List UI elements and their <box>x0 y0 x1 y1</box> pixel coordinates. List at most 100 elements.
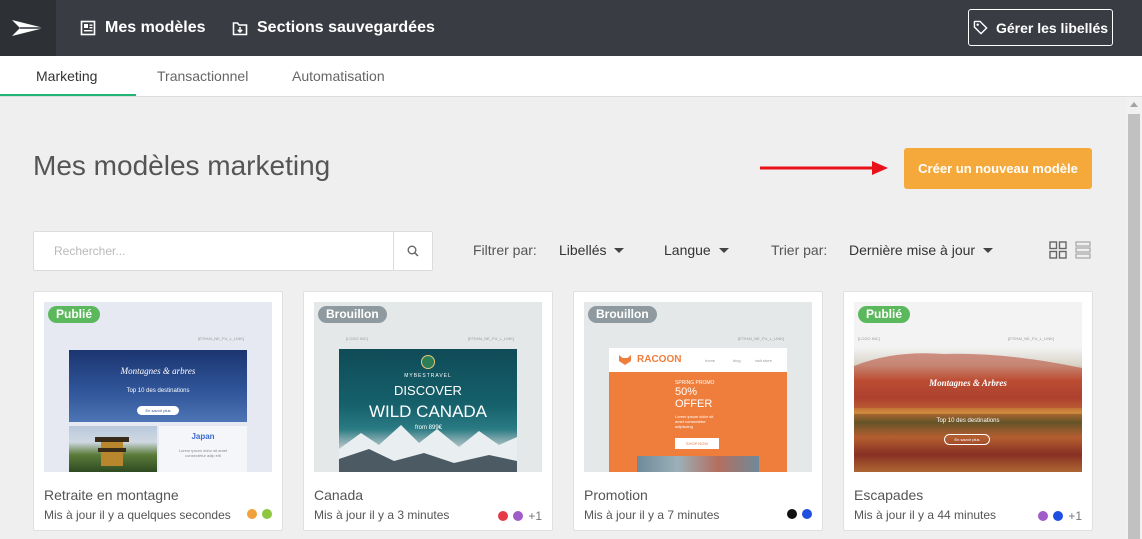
status-badge: Brouillon <box>318 306 387 323</box>
more-labels-count: +1 <box>528 509 542 523</box>
label-dots <box>242 509 272 519</box>
template-preview[interactable]: Brouillon [LOGO INC] [ETIHAI_NE_FU_L_LIN… <box>314 302 542 472</box>
preview-brand: MYBESTRAVEL <box>404 373 452 379</box>
preview-hero-image: Montagnes & Arbres Top 10 des destinatio… <box>854 348 1082 472</box>
top-bar: Mes modèles Sections sauvegardées Gérer … <box>0 0 1142 56</box>
preview-side-text: Lorem ipsum dolor sit amet consectetur a… <box>178 448 228 458</box>
status-badge: Publié <box>858 306 911 323</box>
preview-header: RACOON home blog visit store <box>609 348 787 372</box>
preview-menu-item: home <box>705 358 716 363</box>
preview-promo-title: 50% <box>675 386 698 398</box>
grid-view-icon[interactable] <box>1049 241 1067 259</box>
arrow-annotation-icon <box>760 161 888 175</box>
label-dot <box>787 509 797 519</box>
manage-labels-button[interactable]: Gérer les libellés <box>968 9 1113 46</box>
active-tab-indicator <box>0 94 136 96</box>
preview-promo-title-2: OFFER <box>675 398 713 410</box>
preview-view-link: [ETIHAI_NE_FU_L_LINK] <box>1008 336 1055 341</box>
language-dropdown-value: Langue <box>664 242 711 258</box>
tab-transactional[interactable]: Transactionnel <box>157 56 248 97</box>
preview-cta: SHOP NOW <box>675 438 719 449</box>
label-dot <box>262 509 272 519</box>
preview-hero-image: Montagnes & arbres Top 10 des destinatio… <box>69 350 247 422</box>
language-dropdown[interactable]: Langue <box>664 242 729 258</box>
label-dot <box>802 509 812 519</box>
template-preview[interactable]: Publié [ETIHAI_NE_FU_L_LINK] Montagnes &… <box>44 302 272 472</box>
preview-hero-title: Montagnes & arbres <box>120 366 196 376</box>
template-name[interactable]: Canada <box>314 487 363 503</box>
label-dots <box>782 509 812 519</box>
sort-dropdown-value: Dernière mise à jour <box>849 242 976 258</box>
search-input[interactable] <box>34 232 393 270</box>
nav-saved-sections[interactable]: Sections sauvegardées <box>232 0 435 56</box>
preview-promo-block: SPRING PROMO 50% OFFER Lorem ipsum dolor… <box>609 372 787 472</box>
caret-down-icon <box>983 247 994 253</box>
caret-down-icon <box>718 247 729 253</box>
template-updated: Mis à jour il y a 3 minutes <box>314 508 450 522</box>
scroll-up-icon[interactable] <box>1130 102 1138 107</box>
filter-by-label: Filtrer par: <box>473 242 537 258</box>
label-dots: +1 <box>493 509 542 523</box>
template-updated: Mis à jour il y a 44 minutes <box>854 508 997 522</box>
preview-logo-link: [LOGO INC] <box>858 336 880 341</box>
nav-saved-sections-label: Sections sauvegardées <box>257 19 435 36</box>
template-card[interactable]: Brouillon [LOGO INC] [ETIHAI_NE_FU_L_LIN… <box>303 291 553 531</box>
status-badge: Brouillon <box>588 306 657 323</box>
template-card[interactable]: Publié [ETIHAI_NE_FU_L_LINK] Montagnes &… <box>33 291 283 531</box>
label-dot <box>247 509 257 519</box>
sort-dropdown[interactable]: Dernière mise à jour <box>849 242 994 258</box>
scrollbar[interactable] <box>1126 97 1142 539</box>
template-preview[interactable]: Brouillon [ETIHAI_NE_FU_L_LINK] RACOON h… <box>584 302 812 472</box>
caret-down-icon <box>614 247 625 253</box>
preview-hero-title: DISCOVER <box>394 383 462 398</box>
template-updated: Mis à jour il y a 7 minutes <box>584 508 720 522</box>
nav-my-templates[interactable]: Mes modèles <box>80 0 205 56</box>
preview-side-title: Japan <box>191 432 215 441</box>
page-title: Mes modèles marketing <box>33 150 331 181</box>
preview-cta: En savoir plus <box>944 434 990 445</box>
create-template-button[interactable]: Créer un nouveau modèle <box>904 148 1092 189</box>
tab-automation[interactable]: Automatisation <box>292 56 385 97</box>
raccoon-logo-icon <box>619 355 631 365</box>
preview-logo-link: [LOGO INC] <box>346 336 368 341</box>
tab-marketing[interactable]: Marketing <box>36 56 97 97</box>
tag-icon <box>973 20 988 35</box>
status-badge: Publié <box>48 306 101 323</box>
preview-hero-subtitle: Top 10 des destinations <box>126 388 190 394</box>
template-card[interactable]: Publié [LOGO INC] [ETIHAI_NE_FU_L_LINK] … <box>843 291 1093 531</box>
template-name[interactable]: Retraite en montagne <box>44 487 179 503</box>
sort-by-label: Trier par: <box>771 242 828 258</box>
template-name[interactable]: Escapades <box>854 487 923 503</box>
label-dots: +1 <box>1033 509 1082 523</box>
templates-icon <box>80 20 96 36</box>
preview-promo-text: Lorem ipsum dolor sit amet consectetur a… <box>675 414 714 429</box>
preview-cta: En savoir plus <box>137 406 179 415</box>
template-preview[interactable]: Publié [LOGO INC] [ETIHAI_NE_FU_L_LINK] … <box>854 302 1082 472</box>
preview-hero-image: MYBESTRAVEL DISCOVER WILD CANADA from 89… <box>339 349 517 472</box>
search-box <box>33 231 433 271</box>
labels-dropdown-value: Libellés <box>559 242 607 258</box>
app-logo[interactable] <box>0 0 56 56</box>
preview-hero-title: Montagnes & Arbres <box>929 378 1007 388</box>
template-name[interactable]: Promotion <box>584 487 648 503</box>
template-updated: Mis à jour il y a quelques secondes <box>44 508 231 522</box>
label-dot <box>1053 511 1064 521</box>
preview-menu-item: visit store <box>755 358 772 363</box>
labels-dropdown[interactable]: Libellés <box>559 242 625 258</box>
preview-hero-title-2: WILD CANADA <box>368 402 488 421</box>
manage-labels-label: Gérer les libellés <box>995 19 1109 36</box>
more-labels-count: +1 <box>1068 509 1082 523</box>
template-card[interactable]: Brouillon [ETIHAI_NE_FU_L_LINK] RACOON h… <box>573 291 823 531</box>
preview-view-link: [ETIHAI_NE_FU_L_LINK] <box>468 336 515 341</box>
preview-price: from 899€ <box>415 425 443 431</box>
scroll-thumb[interactable] <box>1128 114 1140 539</box>
preview-view-link: [ETIHAI_NE_FU_L_LINK] <box>198 336 245 341</box>
tabs-bar: Marketing Transactionnel Automatisation <box>0 56 1142 97</box>
label-dot <box>1038 511 1049 521</box>
saved-sections-icon <box>232 22 248 36</box>
search-button[interactable] <box>393 232 432 270</box>
list-view-icon[interactable] <box>1075 241 1091 259</box>
label-dot <box>513 511 524 521</box>
preview-hero-subtitle: Top 10 des destinations <box>936 418 1000 424</box>
search-icon <box>407 245 419 257</box>
